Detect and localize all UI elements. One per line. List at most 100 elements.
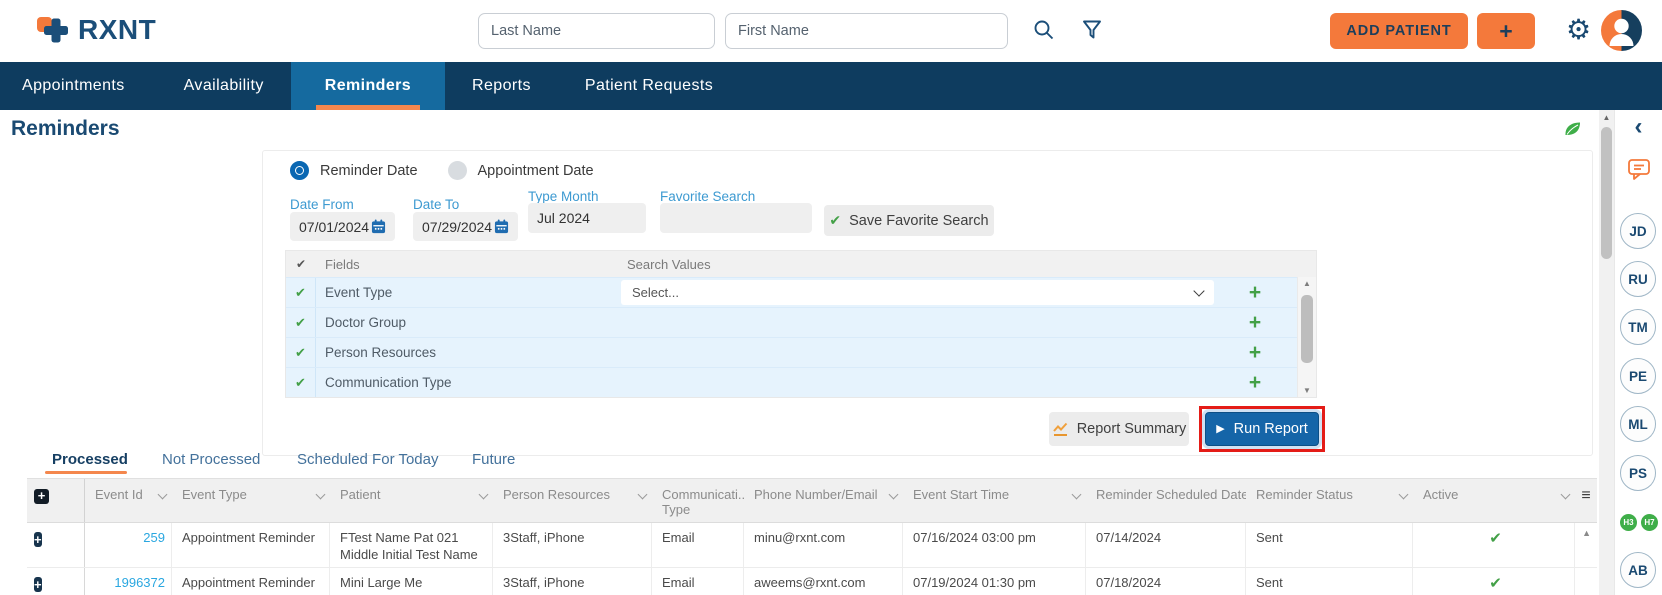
nav-reports[interactable]: Reports bbox=[445, 62, 558, 110]
event-id-link[interactable]: 1996372 bbox=[85, 568, 172, 595]
check-icon[interactable]: ✔ bbox=[286, 368, 316, 397]
sidebar-avatar[interactable]: PS bbox=[1620, 455, 1656, 491]
active-check-icon: ✔ bbox=[1413, 523, 1575, 568]
run-report-button[interactable]: ▶ Run Report bbox=[1205, 412, 1319, 446]
sidebar-mini-badge[interactable]: H7 bbox=[1640, 513, 1659, 532]
tab-scheduled-for-today[interactable]: Scheduled For Today bbox=[297, 451, 438, 468]
add-filter-icon[interactable]: + bbox=[1214, 372, 1296, 393]
date-mode-radios: Reminder Date Appointment Date bbox=[290, 161, 624, 180]
tab-future[interactable]: Future bbox=[472, 451, 515, 468]
quick-add-button[interactable]: + bbox=[1477, 13, 1535, 49]
col-patient[interactable]: Patient bbox=[330, 479, 493, 522]
sort-icon[interactable] bbox=[157, 489, 168, 500]
expand-all-icon[interactable]: + bbox=[34, 489, 49, 504]
nav-patient-requests[interactable]: Patient Requests bbox=[558, 62, 740, 110]
app-window: RXNT ADD PATIENT + ⚙ Appointments bbox=[0, 0, 1662, 595]
brand-name: RXNT bbox=[78, 14, 157, 45]
scroll-down-icon[interactable]: ▼ bbox=[1298, 386, 1316, 395]
add-filter-icon[interactable]: + bbox=[1214, 282, 1296, 303]
date-from-input[interactable]: 07/01/2024 bbox=[290, 212, 395, 241]
sort-icon[interactable] bbox=[315, 489, 326, 500]
scrollbar-thumb[interactable] bbox=[1601, 127, 1612, 259]
sort-icon[interactable] bbox=[1560, 489, 1571, 500]
col-person-resources[interactable]: Person Resources bbox=[493, 479, 652, 522]
type-month-input[interactable]: Jul 2024 bbox=[528, 203, 646, 233]
report-summary-button[interactable]: Report Summary bbox=[1049, 412, 1189, 446]
add-patient-button[interactable]: ADD PATIENT bbox=[1330, 13, 1468, 49]
search-values-column-header: Search Values bbox=[627, 256, 711, 272]
check-icon: ✔ bbox=[295, 257, 307, 271]
sort-icon[interactable] bbox=[478, 489, 489, 500]
sort-icon[interactable] bbox=[1071, 489, 1082, 500]
check-icon[interactable]: ✔ bbox=[286, 338, 316, 367]
date-to-input[interactable]: 07/29/2024 bbox=[413, 212, 518, 241]
sort-icon[interactable] bbox=[637, 489, 648, 500]
filter-icon[interactable] bbox=[1080, 18, 1106, 44]
sidebar-avatar[interactable]: TM bbox=[1620, 309, 1656, 345]
chevron-down-icon bbox=[1193, 284, 1205, 297]
sidebar-avatar[interactable]: RU bbox=[1620, 261, 1656, 297]
sort-icon[interactable] bbox=[888, 489, 899, 500]
rxnt-logo[interactable]: RXNT bbox=[34, 11, 156, 49]
chart-icon bbox=[1052, 422, 1067, 436]
expand-row-icon[interactable]: + bbox=[34, 532, 42, 547]
column-menu-icon[interactable]: ≡ bbox=[1575, 479, 1597, 522]
appointment-date-radio[interactable] bbox=[447, 161, 467, 180]
sidebar-avatar[interactable]: PE bbox=[1620, 358, 1656, 394]
grid-scroll-up-icon[interactable]: ▲ bbox=[1582, 528, 1591, 538]
calendar-icon[interactable] bbox=[371, 219, 386, 234]
col-event-type[interactable]: Event Type bbox=[172, 479, 330, 522]
rxnt-cross-icon bbox=[37, 17, 68, 43]
scroll-up-icon[interactable]: ▲ bbox=[1298, 279, 1316, 288]
col-communication-type[interactable]: Communicati.. Type bbox=[652, 479, 744, 522]
col-event-id[interactable]: Event Id bbox=[85, 479, 172, 522]
appointment-date-radio-label: Appointment Date bbox=[477, 162, 594, 179]
type-month-label: Type Month bbox=[528, 189, 599, 204]
scrollbar-thumb[interactable] bbox=[1301, 295, 1313, 363]
grid-row[interactable]: + 259 Appointment Reminder FTest Name Pa… bbox=[27, 523, 1597, 569]
settings-gear-icon[interactable]: ⚙ bbox=[1566, 12, 1591, 48]
check-icon[interactable]: ✔ bbox=[286, 278, 316, 307]
favorite-search-input[interactable] bbox=[660, 203, 812, 233]
user-avatar[interactable] bbox=[1601, 10, 1642, 51]
event-id-link[interactable]: 259 bbox=[85, 523, 172, 568]
col-event-start-time[interactable]: Event Start Time bbox=[903, 479, 1086, 522]
sidebar-avatar[interactable]: ML bbox=[1620, 406, 1656, 442]
col-reminder-scheduled-date[interactable]: Reminder Scheduled Date bbox=[1086, 479, 1246, 522]
nav-availability[interactable]: Availability bbox=[157, 62, 291, 110]
add-filter-icon[interactable]: + bbox=[1214, 342, 1296, 363]
calendar-icon[interactable] bbox=[494, 219, 509, 234]
reminder-date-radio-label: Reminder Date bbox=[320, 162, 418, 179]
event-type-select[interactable]: Select... bbox=[621, 280, 1214, 305]
col-active[interactable]: Active bbox=[1413, 479, 1575, 522]
search-fields-table: ✔ Fields Search Values ✔ Event Type Sele… bbox=[285, 250, 1317, 398]
save-favorite-search-button[interactable]: ✔ Save Favorite Search bbox=[824, 205, 994, 236]
add-filter-icon[interactable]: + bbox=[1214, 312, 1296, 333]
fields-table-scrollbar[interactable]: ▲ ▼ bbox=[1297, 277, 1316, 397]
nav-appointments[interactable]: Appointments bbox=[0, 62, 157, 110]
leaf-icon bbox=[1563, 120, 1582, 143]
nav-reminders[interactable]: Reminders bbox=[290, 62, 446, 110]
expand-row-icon[interactable]: + bbox=[34, 577, 42, 593]
col-phone-email[interactable]: Phone Number/Email bbox=[744, 479, 903, 522]
check-icon[interactable]: ✔ bbox=[286, 308, 316, 337]
grid-row[interactable]: + 1996372 Appointment Reminder Mini Larg… bbox=[27, 568, 1597, 595]
sort-icon[interactable] bbox=[1398, 489, 1409, 500]
search-icon[interactable] bbox=[1032, 18, 1058, 44]
chat-icon[interactable] bbox=[1626, 156, 1652, 187]
sidebar-avatar[interactable]: JD bbox=[1620, 213, 1656, 249]
field-row-communication-type: ✔ Communication Type + bbox=[286, 367, 1316, 397]
tab-processed[interactable]: Processed bbox=[52, 451, 128, 468]
scroll-up-icon[interactable]: ▲ bbox=[1599, 113, 1614, 122]
favorite-search-label: Favorite Search bbox=[660, 189, 756, 204]
tab-not-processed[interactable]: Not Processed bbox=[162, 451, 260, 468]
page-scrollbar[interactable]: ▲ bbox=[1599, 110, 1614, 595]
sidebar-mini-badge[interactable]: H3 bbox=[1619, 513, 1638, 532]
first-name-input[interactable] bbox=[725, 13, 1008, 49]
date-from-label: Date From bbox=[290, 197, 354, 212]
last-name-input[interactable] bbox=[478, 13, 715, 49]
reminder-date-radio[interactable] bbox=[290, 161, 309, 180]
sidebar-avatar[interactable]: AB bbox=[1620, 552, 1656, 588]
collapse-panel-icon[interactable]: ‹ bbox=[1615, 113, 1662, 140]
col-reminder-status[interactable]: Reminder Status bbox=[1246, 479, 1413, 522]
